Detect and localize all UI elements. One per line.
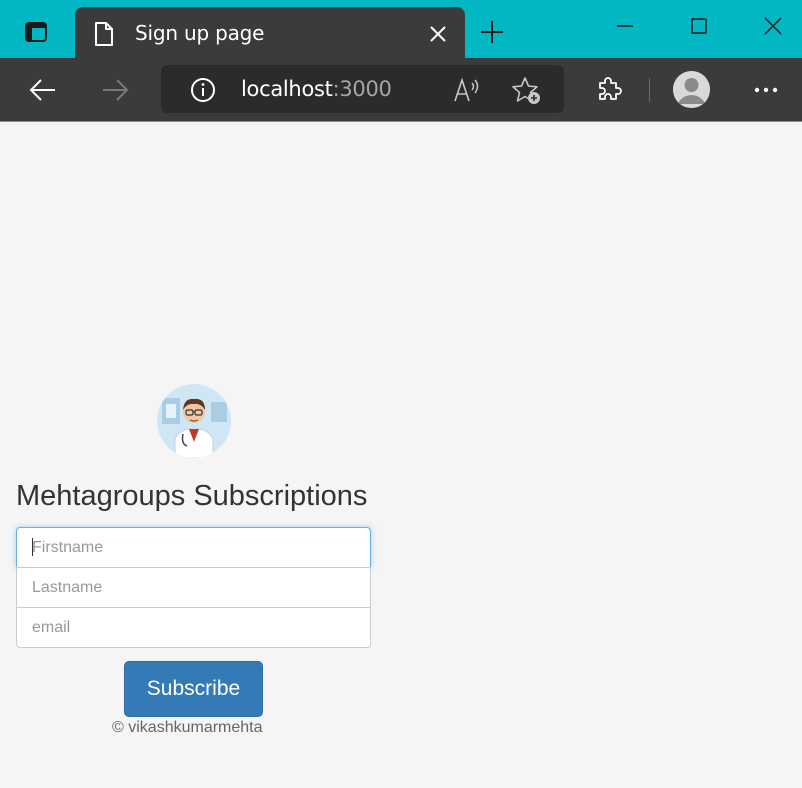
url-port: :3000 xyxy=(332,77,392,101)
browser-toolbar: localhost:3000 xyxy=(0,58,802,122)
forward-arrow-icon[interactable] xyxy=(99,74,131,106)
read-aloud-icon[interactable] xyxy=(453,77,481,108)
minimize-icon[interactable] xyxy=(609,12,641,40)
add-favorite-icon[interactable] xyxy=(511,76,543,111)
back-arrow-icon[interactable] xyxy=(27,74,59,106)
subscribe-button[interactable]: Subscribe xyxy=(124,661,263,717)
profile-avatar[interactable] xyxy=(673,71,710,108)
plus-icon[interactable] xyxy=(478,18,506,46)
tab-title: Sign up page xyxy=(135,21,265,45)
lastname-field[interactable] xyxy=(16,567,371,608)
page-icon xyxy=(93,21,115,52)
tab-sign-up[interactable]: Sign up page xyxy=(75,7,465,58)
url-host: localhost xyxy=(241,77,333,101)
more-icon[interactable] xyxy=(752,80,780,100)
footer-copyright: © vikashkumarmehta xyxy=(112,719,263,736)
window-close-icon[interactable] xyxy=(757,12,789,40)
page-title: Mehtagroups Subscriptions xyxy=(16,480,368,512)
toolbar-separator xyxy=(649,78,650,102)
tab-actions-icon[interactable] xyxy=(16,16,56,48)
email-field[interactable] xyxy=(16,607,371,648)
text-caret xyxy=(32,538,33,556)
browser-titlebar: Sign up page xyxy=(0,0,802,58)
doctor-avatar xyxy=(157,384,231,458)
extensions-icon[interactable] xyxy=(594,74,624,109)
maximize-icon[interactable] xyxy=(683,12,715,40)
info-icon[interactable] xyxy=(190,77,216,108)
url-text[interactable]: localhost:3000 xyxy=(241,77,392,101)
firstname-field[interactable] xyxy=(16,527,371,568)
close-icon[interactable] xyxy=(427,23,449,45)
address-bar[interactable]: localhost:3000 xyxy=(161,65,564,113)
